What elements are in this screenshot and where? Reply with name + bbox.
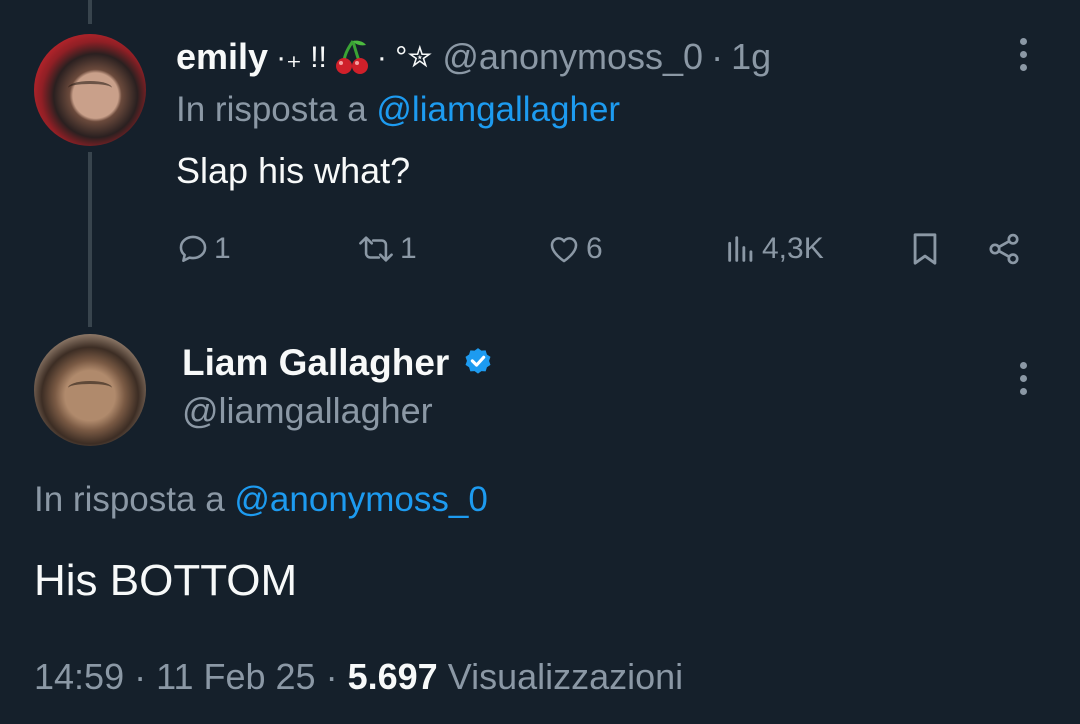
- separator-dot: ·: [134, 656, 147, 697]
- author-name-decor-2: · °✮: [376, 40, 433, 74]
- avatar-emily[interactable]: [34, 34, 146, 146]
- bookmark-button[interactable]: [908, 226, 942, 272]
- views-label[interactable]: Visualizzazioni: [448, 656, 683, 697]
- bookmark-icon: [913, 233, 937, 265]
- author-name[interactable]: emily: [176, 36, 268, 78]
- repost-button[interactable]: 1: [356, 226, 417, 272]
- author-handle[interactable]: @anonymoss_0: [442, 36, 703, 78]
- thread-line: [88, 152, 92, 327]
- in-reply-label: In risposta a: [34, 480, 225, 519]
- views-count[interactable]: 5.697: [348, 656, 438, 697]
- in-reply-mention-link[interactable]: @anonymoss_0: [234, 480, 487, 519]
- in-reply-mention-link[interactable]: @liamgallagher: [376, 90, 620, 129]
- heart-icon: [550, 237, 578, 263]
- reply-tweet-header: emily ·₊ !! · °✮ @anonymoss_0 · 1g: [176, 34, 771, 80]
- repost-count: 1: [400, 232, 417, 265]
- analytics-icon: [728, 236, 753, 262]
- like-button[interactable]: 6: [546, 226, 603, 272]
- share-icon: [989, 233, 1019, 265]
- repost-icon: [359, 236, 393, 262]
- tweet-time[interactable]: 14:59: [34, 656, 124, 697]
- tweet-text: His BOTTOM: [34, 556, 298, 605]
- thread-line-top: [88, 0, 92, 24]
- reply-count: 1: [214, 232, 231, 265]
- views-count: 4,3K: [762, 232, 824, 265]
- share-button[interactable]: [986, 226, 1022, 272]
- in-reply-to: In risposta a @liamgallagher: [176, 90, 620, 130]
- tweet-time[interactable]: 1g: [731, 36, 771, 78]
- tweet-actions: 1 1 6 4,3K: [176, 226, 1026, 272]
- tweet-text: Slap his what?: [176, 150, 411, 191]
- more-vertical-icon[interactable]: [1016, 362, 1030, 395]
- avatar-liam[interactable]: [34, 334, 146, 446]
- separator-dot: ·: [325, 656, 338, 697]
- tweet-date[interactable]: 11 Feb 25: [156, 656, 315, 697]
- comment-icon: [179, 235, 207, 263]
- author-name[interactable]: Liam Gallagher: [182, 342, 449, 384]
- author-name-decor: ·₊ !!: [276, 40, 327, 74]
- in-reply-label: In risposta a: [176, 90, 367, 129]
- like-count: 6: [586, 232, 603, 265]
- main-tweet-header: Liam Gallagher: [182, 340, 495, 386]
- avatar-face-detail: [67, 381, 113, 395]
- more-vertical-icon[interactable]: [1016, 38, 1030, 71]
- views-button[interactable]: 4,3K: [724, 226, 824, 272]
- verified-badge-icon[interactable]: [461, 346, 495, 380]
- reply-button[interactable]: 1: [176, 226, 231, 272]
- separator-dot: ·: [711, 36, 724, 77]
- author-handle[interactable]: @liamgallagher: [182, 390, 433, 432]
- cherries-emoji-icon: [335, 40, 368, 74]
- tweet-meta: 14:59 · 11 Feb 25 · 5.697 Visualizzazion…: [34, 656, 683, 698]
- avatar-face-detail: [67, 81, 113, 95]
- in-reply-to: In risposta a @anonymoss_0: [34, 480, 488, 520]
